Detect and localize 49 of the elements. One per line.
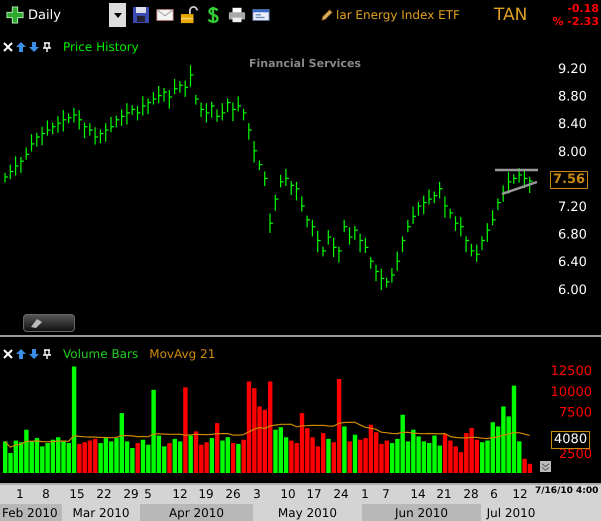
month-label: Feb 2010 <box>0 504 62 521</box>
date-label: 17 <box>306 487 322 501</box>
axis-label: 8.80 <box>558 90 587 105</box>
period-dropdown[interactable]: Daily <box>28 3 126 27</box>
percent-change: % -2.33 <box>552 15 599 28</box>
indicator-label: MovAvg 21 <box>149 347 216 361</box>
axis-label: 8.40 <box>558 117 587 132</box>
axis-label: 6.00 <box>558 282 587 298</box>
date-label: 14 <box>410 487 426 501</box>
axis-label: 6.40 <box>558 255 587 270</box>
date-label: 24 <box>333 487 349 501</box>
date-label: 8 <box>42 487 50 501</box>
last-volume-label: 4080 <box>551 431 590 449</box>
date-label: 12 <box>172 487 188 501</box>
date-label: 15 <box>69 487 85 501</box>
date-label: 21 <box>436 487 452 501</box>
month-label: May 2010 <box>276 505 338 521</box>
axis-label: 8.00 <box>558 144 587 160</box>
axis-label: 12500 <box>550 364 592 379</box>
date-label: 29 <box>123 487 139 501</box>
sector-label: Financial Services <box>249 57 361 70</box>
instrument-name: lar Energy Index ETF <box>336 8 460 22</box>
price-change: -0.18 <box>567 2 599 15</box>
timestamp: 7/16/10 4:00 <box>535 486 598 496</box>
date-label: 10 <box>280 487 296 501</box>
axis-label: 7.20 <box>558 200 587 215</box>
month-label: Apr 2010 <box>140 504 253 521</box>
date-label: 1 <box>16 487 24 501</box>
date-label: 19 <box>198 487 214 501</box>
last-price-label: 7.56 <box>550 171 588 189</box>
month-label: Jun 2010 <box>362 504 481 521</box>
axis-label: 7500 <box>558 406 592 421</box>
date-label: 26 <box>225 487 241 501</box>
date-label: 12 <box>512 487 528 501</box>
indicator-label: Price History <box>63 40 139 54</box>
date-label: 1 <box>361 487 369 501</box>
date-label: 5 <box>144 487 152 501</box>
month-label: Mar 2010 <box>72 505 130 521</box>
date-label: 22 <box>96 487 112 501</box>
date-label: 6 <box>490 487 498 501</box>
axis-label: 9.20 <box>558 62 587 77</box>
indicator-label: Volume Bars <box>63 347 138 361</box>
axis-label: 10000 <box>550 384 592 400</box>
ticker-symbol: TAN <box>494 5 528 25</box>
date-label: 3 <box>253 487 261 501</box>
month-label: Jul 2010 <box>485 505 536 521</box>
date-label: 28 <box>463 487 479 501</box>
date-label: 7 <box>382 487 390 501</box>
axis-label: 6.80 <box>558 228 587 243</box>
